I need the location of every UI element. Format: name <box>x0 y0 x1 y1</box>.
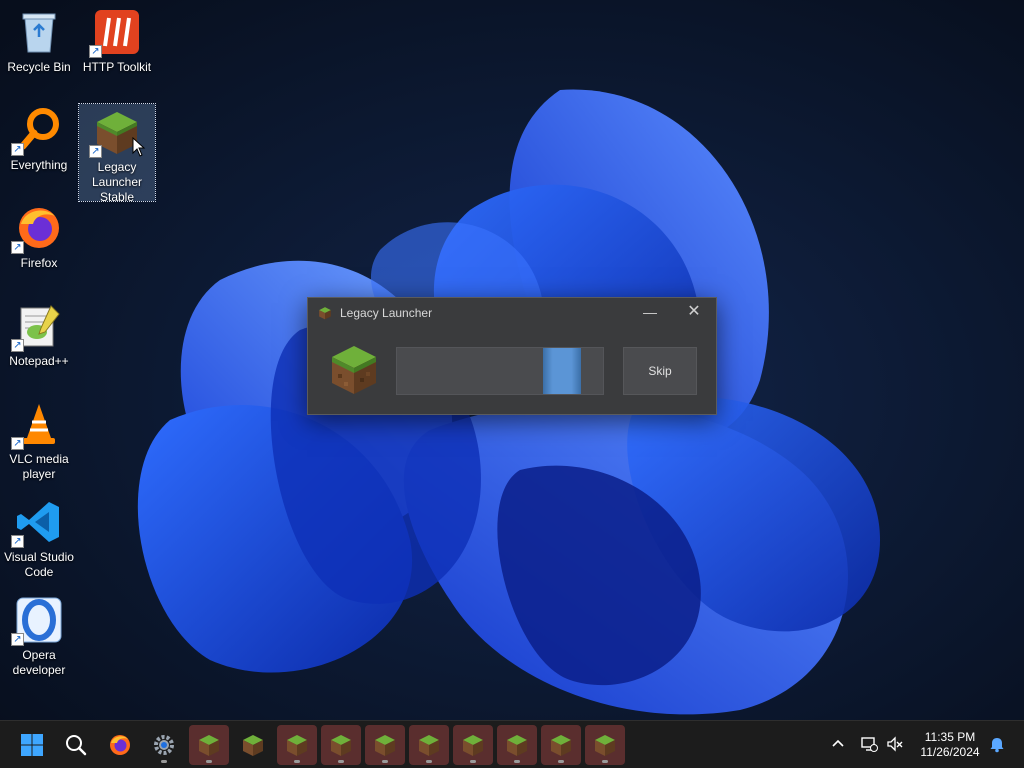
grass-block-icon <box>375 735 395 756</box>
firefox-icon: ↗ <box>11 204 63 254</box>
desktop-icon-label: VLC media player <box>9 452 69 481</box>
vscode-icon: ↗ <box>11 498 63 548</box>
grass-block-icon <box>287 735 307 756</box>
skip-button[interactable]: Skip <box>623 347 697 395</box>
shortcut-arrow-icon: ↗ <box>11 633 24 646</box>
recycle-bin-icon <box>15 8 63 56</box>
taskbar-legacy-launcher-window[interactable] <box>585 725 625 765</box>
shortcut-arrow-icon: ↗ <box>11 143 24 156</box>
taskbar-firefox[interactable] <box>100 725 140 765</box>
vlc-icon: ↗ <box>11 400 63 450</box>
shortcut-arrow-icon: ↗ <box>11 437 24 450</box>
desktop-icon-recycle-bin[interactable]: Recycle Bin <box>1 4 77 75</box>
grass-block-icon <box>463 735 483 756</box>
shortcut-arrow-icon: ↗ <box>11 241 24 254</box>
taskbar-legacy-launcher-window[interactable] <box>497 725 537 765</box>
dialog-title: Legacy Launcher <box>340 306 433 320</box>
desktop-icon-opera-developer[interactable]: ↗ Opera developer <box>1 592 77 678</box>
start-icon <box>21 734 43 756</box>
desktop-icon-label: Legacy Launcher Stable <box>91 160 143 204</box>
shortcut-arrow-icon: ↗ <box>89 45 102 58</box>
taskbar-legacy-launcher-window[interactable] <box>365 725 405 765</box>
desktop-icon-firefox[interactable]: ↗ Firefox <box>1 200 77 271</box>
grass-block-icon <box>319 307 331 320</box>
close-button[interactable]: ✕ <box>672 298 716 328</box>
dialog-titlebar[interactable]: Legacy Launcher — ✕ <box>308 298 716 328</box>
desktop-icon-label: Opera developer <box>12 648 66 677</box>
running-indicator <box>294 760 300 763</box>
settings-icon <box>154 735 174 755</box>
taskbar-settings[interactable] <box>144 725 184 765</box>
clock-time: 11:35 PM <box>924 730 976 744</box>
taskbar-legacy-launcher-window[interactable] <box>233 725 273 765</box>
grass-block-icon <box>199 735 219 756</box>
desktop-icon-vscode[interactable]: ↗ Visual Studio Code <box>1 494 77 580</box>
taskbar-legacy-launcher-window[interactable] <box>321 725 361 765</box>
grass-block-icon <box>332 346 376 394</box>
loading-progress-bar <box>396 347 604 395</box>
running-indicator <box>426 760 432 763</box>
grass-block-icon <box>595 735 615 756</box>
notepad-plus-plus-icon: ↗ <box>11 302 63 352</box>
grass-block-icon <box>419 735 439 756</box>
search-icon <box>66 735 87 756</box>
start-button[interactable] <box>12 725 52 765</box>
grass-block-icon <box>243 735 263 756</box>
desktop-icon-label: Recycle Bin <box>7 60 71 74</box>
taskbar-legacy-launcher-window[interactable] <box>189 725 229 765</box>
running-indicator <box>470 760 476 763</box>
desktop-icon-label: HTTP Toolkit <box>82 60 152 74</box>
grass-block-icon <box>331 735 351 756</box>
clock-date: 11/26/2024 <box>920 745 980 759</box>
desktop-icon-label: Firefox <box>20 256 58 270</box>
desktop-icon-everything[interactable]: ↗ Everything <box>1 102 77 173</box>
shortcut-arrow-icon: ↗ <box>11 339 24 352</box>
taskbar-legacy-launcher-window[interactable] <box>277 725 317 765</box>
taskbar-search-button[interactable] <box>56 725 96 765</box>
grass-block-icon <box>507 735 527 756</box>
desktop-icon-label: Visual Studio Code <box>4 550 74 579</box>
opera-icon: ↗ <box>11 596 63 646</box>
shortcut-arrow-icon: ↗ <box>11 535 24 548</box>
desktop-icon-label: Notepad++ <box>9 354 69 368</box>
desktop-icon-notepadpp[interactable]: ↗ Notepad++ <box>1 298 77 369</box>
everything-search-icon: ↗ <box>11 106 63 156</box>
running-indicator <box>602 760 608 763</box>
notification-bell-icon[interactable] <box>988 735 1006 753</box>
legacy-launcher-dialog: Legacy Launcher — ✕ Skip <box>307 297 717 415</box>
running-indicator <box>558 760 564 763</box>
taskbar-legacy-launcher-window[interactable] <box>409 725 449 765</box>
minimize-button[interactable]: — <box>628 298 672 328</box>
running-indicator <box>206 760 212 763</box>
progress-indicator <box>543 348 581 394</box>
running-indicator <box>382 760 388 763</box>
mouse-cursor-icon <box>132 137 146 157</box>
taskbar: 11:35 PM 11/26/2024 <box>0 720 1024 768</box>
show-hidden-icons-chevron-icon[interactable] <box>830 735 846 751</box>
system-clock[interactable]: 11:35 PM 11/26/2024 <box>912 730 988 760</box>
desktop-icon-http-toolkit[interactable]: ↗ HTTP Toolkit <box>79 4 155 75</box>
running-indicator <box>514 760 520 763</box>
desktop-icon-label: Everything <box>10 158 68 172</box>
taskbar-legacy-launcher-window[interactable] <box>453 725 493 765</box>
running-indicator <box>338 760 344 763</box>
network-icon[interactable] <box>860 735 878 753</box>
firefox-icon <box>110 735 130 755</box>
desktop-icon-vlc[interactable]: ↗ VLC media player <box>1 396 77 482</box>
taskbar-legacy-launcher-window[interactable] <box>541 725 581 765</box>
volume-muted-icon[interactable] <box>886 735 904 753</box>
http-toolkit-icon: ↗ <box>89 8 141 58</box>
shortcut-arrow-icon: ↗ <box>89 145 102 158</box>
grass-block-icon <box>551 735 571 756</box>
